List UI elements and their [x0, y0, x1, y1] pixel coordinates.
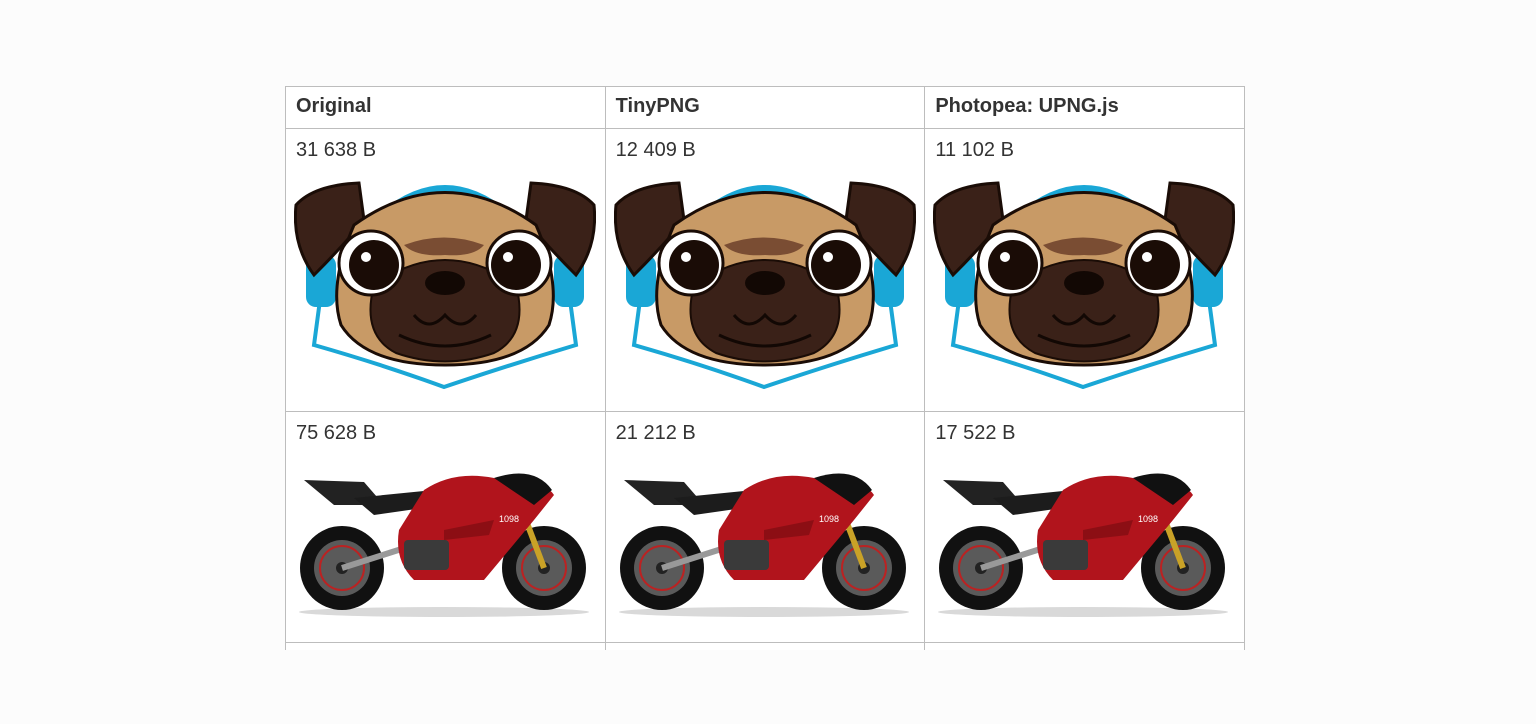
pug-headphones-image	[294, 165, 596, 389]
table-row	[286, 643, 1245, 650]
red-motorcycle-image	[933, 460, 1229, 620]
comparison-table: Original TinyPNG Photopea: UPNG.js 31 63…	[285, 86, 1245, 650]
table-cell: 75 628 B	[286, 412, 606, 643]
file-size: 11 102 B	[935, 139, 1014, 161]
header-photopea: Photopea: UPNG.js	[925, 87, 1245, 129]
table-cell: 12 409 B	[605, 129, 926, 412]
red-motorcycle-image	[614, 460, 910, 620]
file-size: 21 212 B	[615, 422, 696, 444]
pug-headphones-image	[933, 165, 1235, 389]
table-cell: 31 638 B	[286, 129, 606, 412]
file-size: 12 409 B	[615, 139, 696, 161]
table-cell	[606, 643, 926, 650]
table-cell: 17 522 B	[925, 412, 1245, 643]
pug-headphones-image	[614, 165, 916, 389]
table-row: 31 638 B 12 409 B 11 102 B	[286, 129, 1245, 412]
header-original: Original	[286, 87, 606, 129]
red-motorcycle-image	[294, 460, 590, 620]
table-cell: 21 212 B	[605, 412, 926, 643]
table-row: 75 628 B 21 212 B 17 522 B	[286, 412, 1245, 643]
table-cell	[925, 643, 1245, 650]
file-size: 31 638 B	[296, 139, 377, 161]
file-size: 17 522 B	[935, 422, 1016, 444]
table-cell: 11 102 B	[925, 129, 1245, 412]
table-header-row: Original TinyPNG Photopea: UPNG.js	[286, 87, 1245, 129]
header-tinypng: TinyPNG	[605, 87, 926, 129]
file-size: 75 628 B	[296, 422, 377, 444]
table-cell	[286, 643, 606, 650]
